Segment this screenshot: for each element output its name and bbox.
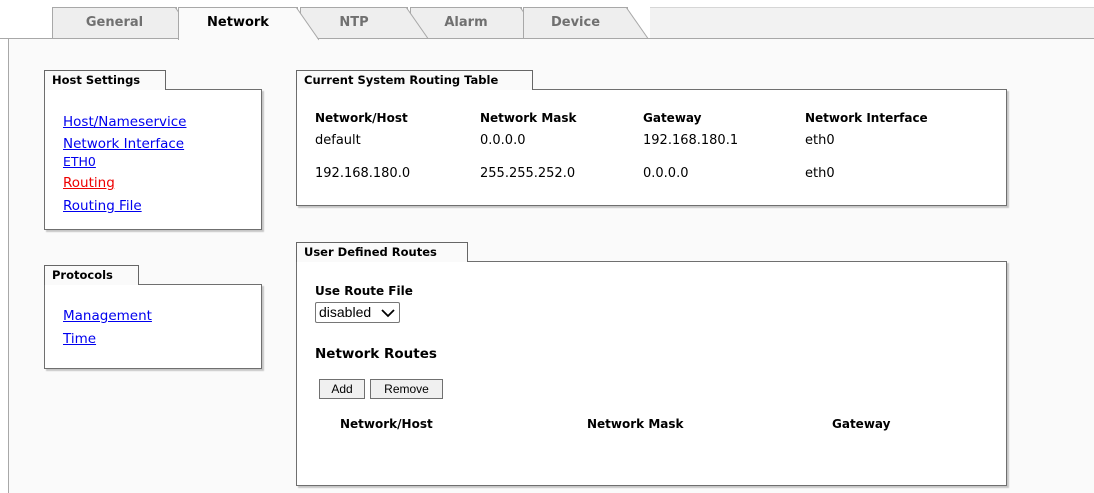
link-routing-file[interactable]: Routing File <box>63 198 142 214</box>
network-routes-heading: Network Routes <box>315 346 437 362</box>
protocols-box: Management Time <box>44 284 262 369</box>
link-network-interface[interactable]: Network Interface <box>63 136 184 152</box>
tab-device-label: Device <box>550 15 601 30</box>
tab-general[interactable]: General <box>52 7 198 41</box>
routing-table-title: Current System Routing Table <box>304 73 499 87</box>
tab-baseline <box>0 38 1094 39</box>
routing-row1-network: default <box>315 133 361 148</box>
host-settings-title: Host Settings <box>52 73 141 87</box>
link-routing[interactable]: Routing <box>63 175 115 191</box>
routing-col-interface: Network Interface <box>805 111 928 125</box>
host-settings-legend: Host Settings <box>44 70 166 90</box>
host-settings-box: Host/Nameservice Network Interface ETH0 … <box>44 89 262 230</box>
use-route-file-value: disabled <box>319 304 372 320</box>
tab-device[interactable]: Device <box>523 7 649 41</box>
routes-col-gateway: Gateway <box>832 417 891 431</box>
tab-alarm-label: Alarm <box>444 15 488 30</box>
routing-col-gateway: Gateway <box>643 111 702 125</box>
chevron-down-icon <box>381 309 395 318</box>
link-time[interactable]: Time <box>63 331 96 347</box>
user-routes-box: Use Route File disabled Network Routes A… <box>296 261 1007 486</box>
tab-network-active[interactable]: Network <box>178 7 319 41</box>
remove-button-label: Remove <box>384 382 429 396</box>
routing-row2-gateway: 0.0.0.0 <box>643 166 689 181</box>
routing-row2-mask: 255.255.252.0 <box>480 166 576 181</box>
routing-row1-interface: eth0 <box>805 133 835 148</box>
add-button[interactable]: Add <box>319 379 365 399</box>
routing-table-legend: Current System Routing Table <box>296 70 533 90</box>
routing-row1-gateway: 192.168.180.1 <box>643 133 739 148</box>
add-button-label: Add <box>331 382 353 396</box>
routing-col-network-mask: Network Mask <box>480 111 577 125</box>
routes-col-network-host: Network/Host <box>340 417 433 431</box>
tab-bar: General Alarm Device NTP Network <box>0 0 1094 41</box>
use-route-file-select[interactable]: disabled <box>315 302 400 323</box>
protocols-title: Protocols <box>52 268 113 282</box>
user-routes-title: User Defined Routes <box>304 245 437 259</box>
routing-row2-interface: eth0 <box>805 166 835 181</box>
routing-row2-network: 192.168.180.0 <box>315 166 411 181</box>
tab-network-label: Network <box>207 15 269 30</box>
routing-table-box: Network/Host Network Mask Gateway Networ… <box>296 89 1007 206</box>
tab-general-label: General <box>85 15 144 30</box>
user-routes-legend: User Defined Routes <box>296 242 468 262</box>
routing-row1-mask: 0.0.0.0 <box>480 133 526 148</box>
use-route-file-label: Use Route File <box>315 284 413 298</box>
routing-col-network-host: Network/Host <box>315 111 408 125</box>
tab-ntp-label: NTP <box>339 15 369 30</box>
routes-col-network-mask: Network Mask <box>587 417 684 431</box>
remove-button[interactable]: Remove <box>370 379 443 399</box>
link-host-nameservice[interactable]: Host/Nameservice <box>63 114 186 130</box>
tab-strip-background <box>650 7 1094 39</box>
link-management[interactable]: Management <box>63 308 152 324</box>
link-eth0[interactable]: ETH0 <box>63 154 96 169</box>
protocols-legend: Protocols <box>44 265 139 285</box>
